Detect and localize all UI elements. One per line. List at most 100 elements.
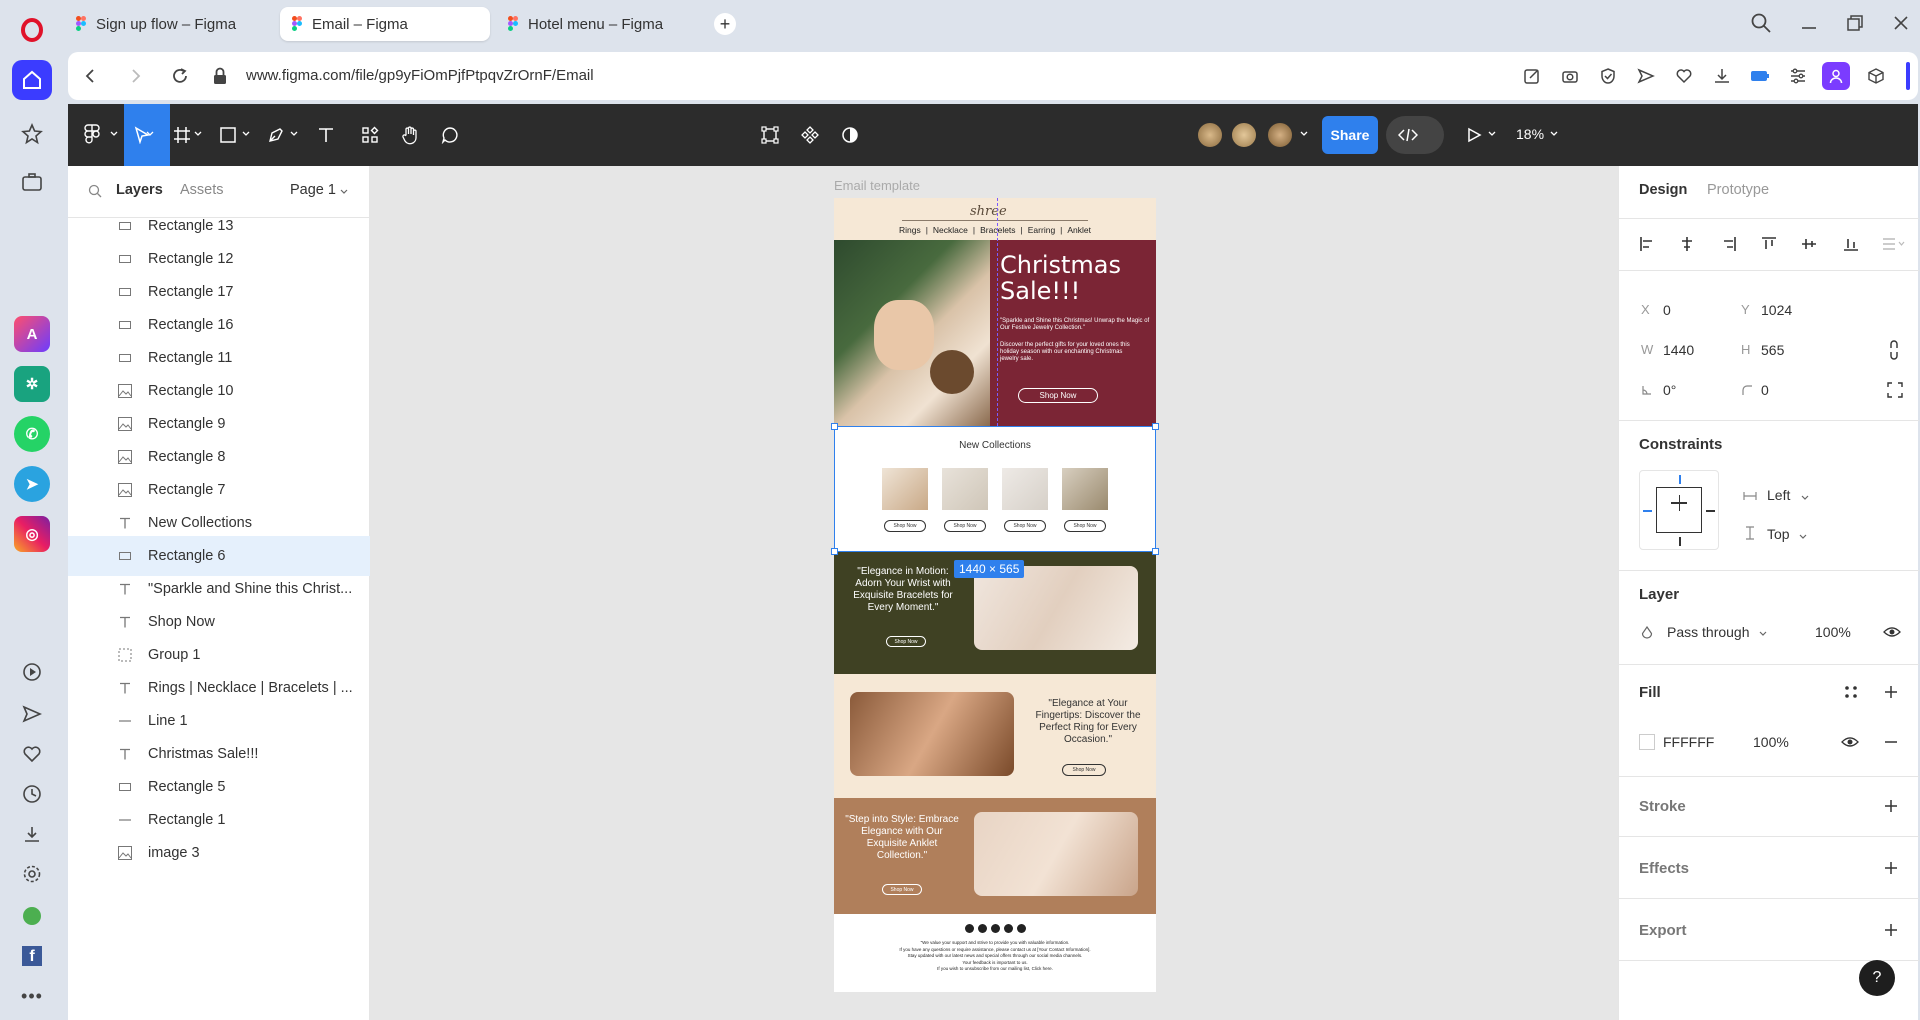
snapshot-camera-icon[interactable] (1558, 64, 1582, 88)
favorite-heart-icon[interactable] (1672, 64, 1696, 88)
vertical-constraint-select[interactable]: Top (1767, 526, 1790, 542)
home-icon[interactable] (12, 60, 52, 100)
new-tab-plus-icon[interactable]: + (714, 13, 736, 35)
w-input[interactable]: 1440 (1663, 342, 1694, 358)
chevron-down-icon[interactable] (290, 130, 298, 138)
chevron-down-icon[interactable] (1300, 130, 1308, 138)
secure-lock-icon[interactable] (208, 64, 232, 88)
facebook-app-icon[interactable]: f (12, 936, 52, 976)
tab-sign-up-flow[interactable]: Sign up flow – Figma (64, 7, 274, 41)
briefcase-icon[interactable] (12, 162, 52, 202)
download-icon[interactable] (1710, 64, 1734, 88)
remove-fill-minus-icon[interactable] (1883, 734, 1899, 750)
profile-avatar-icon[interactable] (1822, 62, 1850, 90)
canvas[interactable]: Email template shree Rings | Necklace | Brac… (370, 166, 1618, 1020)
shield-check-icon[interactable] (1596, 64, 1620, 88)
more-options-icon[interactable]: ••• (12, 976, 52, 1016)
resources-tool-icon[interactable] (356, 121, 384, 149)
bookmarks-star-icon[interactable] (12, 114, 52, 154)
fill-color-swatch[interactable] (1639, 734, 1655, 750)
rings-image[interactable] (850, 692, 1014, 776)
share-button[interactable]: Share (1322, 116, 1378, 154)
send-page-icon[interactable] (1634, 64, 1658, 88)
nav-link[interactable]: Rings (899, 225, 921, 235)
constraint-bottom-marker[interactable] (1678, 537, 1681, 546)
nav-link[interactable]: Earring (1028, 225, 1055, 235)
instagram-app-icon[interactable]: ◎ (12, 514, 52, 554)
layer-row[interactable]: image 3 (68, 833, 370, 873)
constrain-proportions-icon[interactable] (1887, 340, 1901, 360)
email-header[interactable]: shree Rings | Necklace | Bracelets | Earring | A… (834, 198, 1156, 240)
whatsapp-app-icon[interactable]: ✆ (12, 414, 52, 454)
add-export-plus-icon[interactable] (1883, 922, 1899, 938)
text-tool-icon[interactable] (312, 121, 340, 149)
rings-section[interactable]: "Elegance at Your Fingertips: Discover t… (834, 674, 1156, 798)
constraint-right-marker[interactable] (1706, 509, 1715, 512)
dev-mode-toggle[interactable] (1386, 116, 1444, 154)
constraint-top-marker[interactable] (1678, 475, 1681, 484)
heart-icon[interactable] (12, 734, 52, 774)
chevron-down-icon[interactable] (194, 130, 202, 138)
nav-link[interactable]: Necklace (933, 225, 968, 235)
frame-tool-icon[interactable] (168, 121, 196, 149)
chevron-down-icon[interactable] (1801, 494, 1809, 502)
chevron-down-icon[interactable] (110, 130, 118, 138)
back-arrow-icon[interactable] (78, 64, 102, 88)
anklet-section[interactable]: "Step into Style: Embrace Elegance with … (834, 798, 1156, 914)
search-icon[interactable] (88, 184, 102, 198)
reload-icon[interactable] (168, 64, 192, 88)
chatgpt-app-icon[interactable]: ✲ (12, 364, 52, 404)
resize-handle[interactable] (831, 423, 838, 430)
selection-box[interactable] (831, 423, 1159, 555)
chevron-down-icon[interactable] (146, 130, 154, 138)
resize-handle[interactable] (1152, 423, 1159, 430)
chevron-down-icon[interactable] (340, 188, 348, 196)
zoom-level[interactable]: 18% (1516, 126, 1544, 142)
chevron-down-icon[interactable] (1550, 130, 1558, 138)
rings-shop-now-button[interactable]: Shop Now (1062, 764, 1106, 776)
align-right-icon[interactable] (1721, 236, 1737, 252)
add-stroke-plus-icon[interactable] (1883, 798, 1899, 814)
contrast-mask-icon[interactable] (836, 121, 864, 149)
add-effect-plus-icon[interactable] (1883, 860, 1899, 876)
fill-hex-input[interactable]: FFFFFF (1663, 734, 1714, 750)
transform-tool-icon[interactable] (756, 121, 784, 149)
pinterest-icon[interactable] (1003, 924, 1013, 933)
independent-corners-icon[interactable] (1887, 382, 1903, 398)
tab-email[interactable]: Email – Figma (280, 7, 490, 41)
page-selector[interactable]: Page 1 (290, 182, 336, 198)
edit-page-icon[interactable] (1520, 64, 1544, 88)
nav-link[interactable]: Anklet (1067, 225, 1091, 235)
add-fill-plus-icon[interactable] (1883, 684, 1899, 700)
present-play-icon[interactable] (1460, 121, 1488, 149)
figma-main-menu-icon[interactable] (78, 121, 106, 149)
blend-mode-select[interactable]: Pass through (1667, 624, 1750, 640)
frame-label[interactable]: Email template (834, 178, 920, 193)
facebook-icon[interactable] (964, 924, 974, 933)
email-footer[interactable]: "We value your support and strive to pro… (834, 914, 1156, 992)
collaborator-avatar[interactable] (1196, 121, 1224, 149)
tab-hotel-menu[interactable]: Hotel menu – Figma (496, 7, 706, 41)
align-bottom-icon[interactable] (1843, 236, 1859, 252)
visibility-eye-icon[interactable] (1883, 625, 1901, 639)
tab-design[interactable]: Design (1639, 182, 1687, 198)
chevron-down-icon[interactable] (242, 130, 250, 138)
email-frame[interactable]: shree Rings | Necklace | Bracelets | Earring | A… (834, 198, 1156, 992)
hero-section[interactable]: Christmas Sale!!! "Sparkle and Shine thi… (834, 240, 1156, 426)
x-input[interactable]: 0 (1663, 302, 1671, 318)
distribute-options-icon[interactable] (1881, 236, 1905, 252)
send-icon[interactable] (12, 694, 52, 734)
hero-image[interactable] (834, 240, 990, 426)
opera-logo-icon[interactable] (12, 10, 52, 50)
extensions-cube-icon[interactable] (1864, 64, 1888, 88)
minimize-window-icon[interactable] (1798, 12, 1820, 34)
chevron-down-icon[interactable] (1488, 130, 1496, 138)
vpn-status-icon[interactable] (12, 896, 52, 936)
constraint-left-marker[interactable] (1643, 509, 1652, 512)
align-center-horizontal-icon[interactable] (1679, 236, 1695, 252)
resize-handle[interactable] (831, 548, 838, 555)
url-text[interactable]: www.figma.com/file/gp9yFiOmPjfPtpqvZrOrn… (246, 67, 594, 84)
restore-window-icon[interactable] (1844, 12, 1866, 34)
collaborator-avatar[interactable] (1266, 121, 1294, 149)
comment-tool-icon[interactable] (436, 121, 464, 149)
